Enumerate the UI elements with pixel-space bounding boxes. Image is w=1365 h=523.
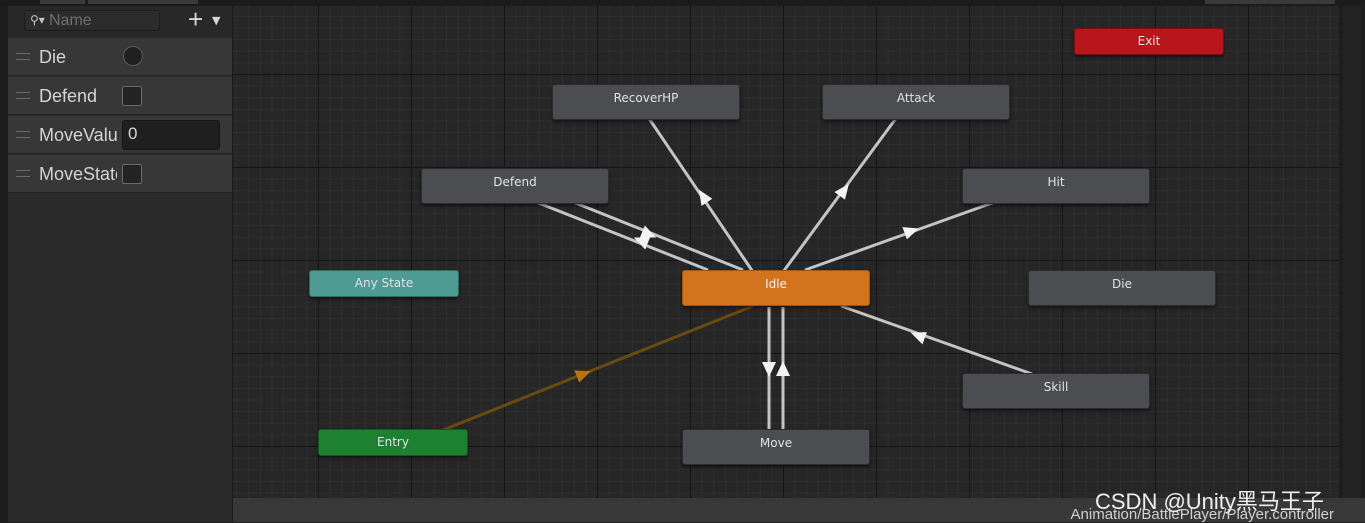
state-machine-graph[interactable]: Exit RecoverHP Attack Defend Hit Any Sta…	[233, 6, 1339, 498]
parameter-row-die[interactable]: Die	[8, 38, 232, 76]
parameter-name: Die	[39, 47, 67, 67]
parameters-toolbar: ⚲▾ + ▼	[8, 4, 232, 37]
search-box[interactable]: ⚲▾	[24, 10, 160, 31]
parameter-row-movevalue[interactable]: MoveValue 0	[8, 116, 232, 154]
parameter-name: MoveValue	[39, 125, 117, 145]
parameters-panel: ⚲▾ + ▼ Die Defend MoveValue 0 MoveState	[8, 4, 233, 522]
add-parameter-button[interactable]: + ▼	[186, 4, 228, 34]
scrollbar-thumb[interactable]	[1343, 6, 1361, 498]
drag-handle-icon[interactable]	[16, 53, 30, 60]
drag-handle-icon[interactable]	[16, 131, 30, 138]
parameter-row-movestate[interactable]: MoveState	[8, 155, 232, 193]
watermark: CSDN @Unity黑马王子	[1095, 489, 1324, 514]
state-attack[interactable]: Attack	[822, 84, 1010, 120]
transition-layer	[442, 116, 1033, 432]
search-icon: ⚲▾	[30, 13, 45, 27]
transition-entry-idle[interactable]	[442, 304, 754, 432]
state-move[interactable]: Move	[682, 429, 870, 465]
drag-handle-icon[interactable]	[16, 92, 30, 99]
state-entry[interactable]: Entry	[318, 429, 468, 456]
transition-hit-idle[interactable]	[804, 200, 996, 272]
tab[interactable]	[1205, 0, 1335, 4]
state-defend[interactable]: Defend	[421, 168, 609, 204]
vertical-scrollbar[interactable]	[1339, 6, 1365, 498]
chevron-down-icon: ▼	[212, 14, 221, 27]
arrow-icon	[776, 361, 790, 376]
state-die[interactable]: Die	[1028, 270, 1216, 306]
float-field[interactable]: 0	[122, 120, 220, 150]
transition-defend-idle[interactable]	[535, 200, 709, 272]
bool-checkbox[interactable]	[122, 86, 142, 106]
transition-skill-idle[interactable]	[840, 304, 1033, 376]
plus-icon: +	[188, 4, 204, 34]
arrow-icon	[762, 362, 776, 377]
parameter-row-defend[interactable]: Defend	[8, 77, 232, 115]
state-skill[interactable]: Skill	[962, 373, 1150, 409]
tab[interactable]	[40, 0, 85, 4]
left-edge	[0, 6, 8, 522]
state-hit[interactable]: Hit	[962, 168, 1150, 204]
state-any-state[interactable]: Any State	[309, 270, 459, 297]
bool-checkbox[interactable]	[122, 164, 142, 184]
state-exit[interactable]: Exit	[1074, 28, 1224, 55]
transition-idle-defend[interactable]	[572, 200, 744, 272]
trigger-radio[interactable]	[123, 46, 143, 66]
search-input[interactable]	[49, 12, 157, 29]
state-recoverhp[interactable]: RecoverHP	[552, 84, 740, 120]
tab[interactable]	[88, 0, 198, 4]
drag-handle-icon[interactable]	[16, 170, 30, 177]
parameter-name: MoveState	[39, 164, 117, 184]
state-idle[interactable]: Idle	[682, 270, 870, 306]
parameter-name: Defend	[39, 86, 98, 106]
arrow-icon	[574, 370, 591, 383]
